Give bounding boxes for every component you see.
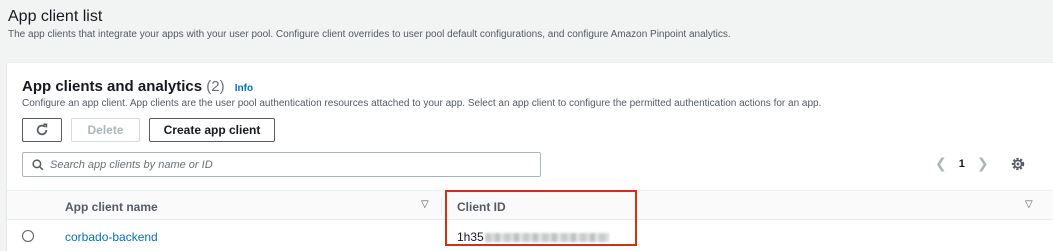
pagination: ❮ 1 ❯ [935,155,989,172]
app-client-name-link[interactable]: corbado-backend [65,230,158,244]
search-input[interactable] [50,158,530,171]
search-box[interactable] [22,152,541,177]
page-title: App client list [8,8,103,25]
column-header-app-client-name[interactable]: App client name [65,200,158,214]
page-number[interactable]: 1 [959,158,965,170]
next-page-icon[interactable]: ❯ [977,155,989,172]
delete-button[interactable]: Delete [71,118,140,142]
row-select-radio[interactable] [22,230,34,242]
panel-title-text: App clients and analytics [22,78,203,95]
search-icon [32,158,44,170]
sort-icon[interactable]: ▽ [1025,199,1033,210]
refresh-button[interactable] [22,118,62,142]
redacted-blur [484,232,609,242]
table-header: App client name ▽ Client ID ▽ [7,190,1053,220]
column-divider[interactable] [441,197,442,215]
panel-description: Configure an app client. App clients are… [22,98,822,109]
panel-title: App clients and analytics (2) Info [22,78,253,95]
app-clients-panel: App clients and analytics (2) Info Confi… [7,62,1053,251]
refresh-icon [36,123,48,136]
info-link[interactable]: Info [235,83,253,94]
gear-icon[interactable] [1010,156,1026,172]
previous-page-icon[interactable]: ❮ [935,155,947,172]
page-header: App client list [8,8,102,26]
table-row: corbado-backend 1h35 [7,221,1053,251]
client-id-value: 1h35 [457,230,609,244]
page-description: The app clients that integrate your apps… [8,29,731,40]
create-app-client-button[interactable]: Create app client [149,118,275,142]
sort-icon[interactable]: ▽ [421,199,429,210]
column-header-client-id[interactable]: Client ID [457,200,506,214]
client-id-text: 1h35 [457,230,484,244]
panel-count: (2) [206,78,225,95]
